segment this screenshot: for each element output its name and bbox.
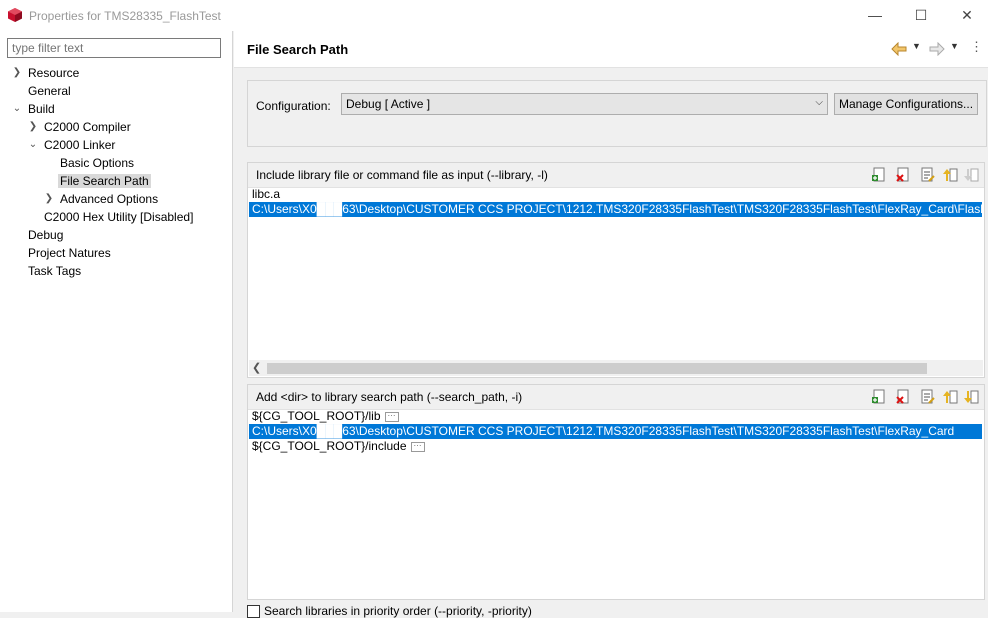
list-item-text: ${CG_TOOL_ROOT}/include (252, 439, 407, 453)
list-item[interactable]: libc.a (249, 187, 982, 202)
manage-configurations-button[interactable]: Manage Configurations... (834, 93, 978, 115)
tree-item-c2000-compiler[interactable]: ❯ C2000 Compiler (28, 118, 131, 136)
tree-item-label: Build (28, 102, 55, 116)
close-button[interactable]: ✕ (944, 0, 988, 31)
priority-order-checkbox-row[interactable]: Search libraries in priority order (--pr… (247, 604, 532, 618)
chevron-down-icon[interactable]: ⌄ (28, 136, 38, 154)
include-library-group: Include library file or command file as … (247, 162, 985, 378)
more-icon[interactable]: ··· (410, 441, 425, 452)
tree-item-label: C2000 Linker (44, 138, 116, 152)
chevron-right-icon[interactable]: ❯ (28, 118, 38, 136)
tree-item-label: Debug (28, 228, 64, 242)
edit-icon[interactable] (919, 389, 935, 405)
configuration-group: Configuration: Debug [ Active ] ⌵ Manage… (247, 80, 987, 147)
tree-item-label: Task Tags (28, 264, 82, 278)
tree-item-label: Basic Options (60, 156, 135, 170)
title-bar: Properties for TMS28335_FlashTest — ☐ ✕ (0, 0, 988, 31)
tree-item-label: General (28, 84, 71, 98)
chevron-down-icon[interactable]: ⌄ (12, 100, 22, 118)
include-library-title: Include library file or command file as … (256, 168, 548, 182)
tree-item-resource[interactable]: ❯ Resource (12, 64, 80, 82)
add-icon[interactable] (871, 389, 887, 405)
tree-item-label: C2000 Hex Utility [Disabled] (44, 210, 194, 224)
tree-item-general[interactable]: General (28, 82, 71, 100)
horizontal-scrollbar[interactable]: ❮ (249, 360, 983, 376)
tree-item-project-natures[interactable]: Project Natures (28, 244, 111, 262)
move-up-icon[interactable] (942, 167, 958, 183)
configuration-selected-value: Debug [ Active ] (346, 97, 431, 111)
list-item-selected[interactable]: C:\Users\X0███63\Desktop\CUSTOMER CCS PR… (249, 202, 982, 217)
search-path-title: Add <dir> to library search path (--sear… (256, 390, 523, 404)
properties-tree-panel: ❯ Resource General ⌄ Build ❯ C2000 Compi… (0, 31, 233, 612)
tree-item-hex-utility[interactable]: C2000 Hex Utility [Disabled] (44, 208, 193, 226)
list-item[interactable]: ${CG_TOOL_ROOT}/include ··· (249, 439, 982, 454)
forward-arrow-icon[interactable] (929, 42, 945, 56)
tree-item-file-search-path[interactable]: File Search Path (58, 172, 151, 190)
list-item[interactable]: ${CG_TOOL_ROOT}/lib ··· (249, 409, 982, 424)
move-up-icon[interactable] (942, 389, 958, 405)
page-title: File Search Path (247, 42, 349, 57)
search-path-group: Add <dir> to library search path (--sear… (247, 384, 985, 600)
maximize-button[interactable]: ☐ (898, 0, 944, 31)
chevron-down-icon: ⌵ (815, 97, 823, 108)
tree-item-basic-options[interactable]: Basic Options (60, 154, 134, 172)
list-item-text: ${CG_TOOL_ROOT}/lib (252, 409, 381, 423)
delete-icon[interactable] (895, 389, 911, 405)
include-library-header: Include library file or command file as … (248, 163, 984, 188)
chevron-right-icon[interactable]: ❯ (12, 64, 22, 82)
tree-item-label: Resource (28, 66, 80, 80)
forward-menu-dropdown-icon[interactable]: ▼ (950, 41, 959, 51)
app-cube-icon (8, 8, 22, 22)
edit-icon[interactable] (919, 167, 935, 183)
list-item-selected[interactable]: C:\Users\X0███63\Desktop\CUSTOMER CCS PR… (249, 424, 982, 439)
page-header: File Search Path ▼ ▼ ⋮ (234, 31, 988, 68)
tree-item-label: C2000 Compiler (44, 120, 131, 134)
chevron-right-icon[interactable]: ❯ (44, 190, 54, 208)
more-options-icon[interactable]: ⋮ (970, 39, 983, 55)
tree-item-build[interactable]: ⌄ Build (12, 100, 55, 118)
filter-input[interactable] (7, 38, 221, 58)
priority-order-label: Search libraries in priority order (--pr… (264, 604, 532, 618)
tree-item-c2000-linker[interactable]: ⌄ C2000 Linker (28, 136, 116, 154)
tree-item-debug[interactable]: Debug (28, 226, 63, 244)
move-down-icon[interactable] (963, 389, 979, 405)
search-path-header: Add <dir> to library search path (--sear… (248, 385, 984, 410)
tree-item-label: Advanced Options (60, 192, 159, 206)
property-page: File Search Path ▼ ▼ ⋮ Configuration: De… (234, 31, 988, 618)
minimize-button[interactable]: — (852, 0, 898, 31)
add-icon[interactable] (871, 167, 887, 183)
more-icon[interactable]: ··· (384, 411, 399, 422)
back-arrow-icon[interactable] (891, 42, 907, 56)
back-menu-dropdown-icon[interactable]: ▼ (912, 41, 921, 51)
tree-item-label: File Search Path (58, 174, 151, 188)
configuration-select[interactable]: Debug [ Active ] ⌵ (341, 93, 828, 115)
delete-icon[interactable] (895, 167, 911, 183)
tree-item-task-tags[interactable]: Task Tags (28, 262, 81, 280)
scroll-left-icon[interactable]: ❮ (252, 360, 261, 376)
window-title: Properties for TMS28335_FlashTest (29, 9, 221, 23)
tree-item-label: Project Natures (28, 246, 111, 260)
configuration-label: Configuration: (256, 99, 331, 113)
move-down-icon[interactable] (963, 167, 979, 183)
scrollbar-thumb[interactable] (267, 363, 927, 374)
tree-item-advanced-options[interactable]: ❯ Advanced Options (44, 190, 158, 208)
